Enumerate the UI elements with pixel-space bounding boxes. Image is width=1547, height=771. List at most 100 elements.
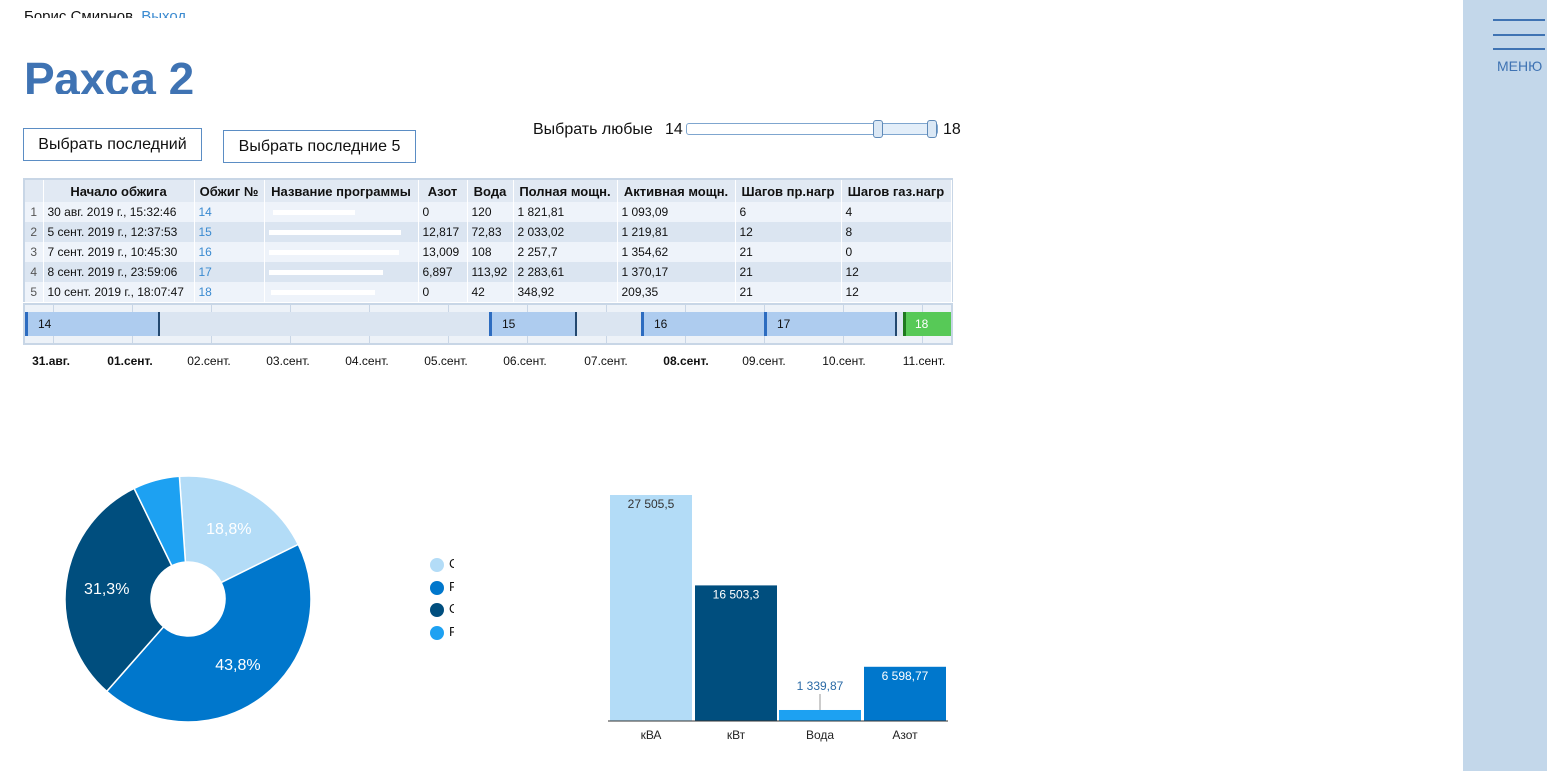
redacted-program <box>270 290 375 296</box>
column-header[interactable]: Полная мощн. <box>513 180 618 202</box>
cell-steps-el: 21 <box>735 282 842 302</box>
date-label: 07.сент. <box>584 354 628 368</box>
segment-label: 18 <box>915 317 929 331</box>
column-header[interactable]: Азот <box>418 180 468 202</box>
cell-firing-number[interactable]: 18 <box>194 282 265 302</box>
cell-program <box>264 262 419 282</box>
timeline-segment[interactable]: 14 <box>25 312 160 336</box>
cell-start: 30 авг. 2019 г., 15:32:46 <box>43 202 195 222</box>
column-header[interactable]: Активная мощн. <box>617 180 736 202</box>
range-handle-min[interactable] <box>873 120 883 138</box>
hamburger-icon[interactable] <box>1493 19 1545 51</box>
cell-firing-number[interactable]: 14 <box>194 202 265 222</box>
bar[interactable] <box>610 495 692 721</box>
cell-steps-el: 21 <box>735 242 842 262</box>
sidebar: МЕНЮ <box>1463 0 1547 771</box>
range-max-value: 18 <box>943 121 961 138</box>
table-row[interactable]: 5 10 сент. 2019 г., 18:07:47 18 0 42 348… <box>25 282 952 302</box>
cell-water: 120 <box>467 202 514 222</box>
redacted-program <box>268 250 399 256</box>
pie-slice-label: 18,8% <box>206 521 251 538</box>
segment-label: 15 <box>502 317 516 331</box>
legend-dot <box>430 625 444 640</box>
date-label: 02.сент. <box>187 354 231 368</box>
cell-active-power: 1 370,17 <box>617 262 736 282</box>
cell-start: 8 сент. 2019 г., 23:59:06 <box>43 262 195 282</box>
cell-water: 113,92 <box>467 262 514 282</box>
cell-steps-el: 21 <box>735 262 842 282</box>
timeline-segment[interactable]: 17 <box>764 312 897 336</box>
cell-full-power: 2 283,61 <box>513 262 618 282</box>
cell-full-power: 348,92 <box>513 282 618 302</box>
range-fill <box>879 124 934 134</box>
row-number: 3 <box>25 242 44 262</box>
range-slider[interactable] <box>686 120 938 138</box>
date-label: 09.сент. <box>742 354 786 368</box>
range-label: Выбрать любые <box>533 121 653 138</box>
cell-firing-number[interactable]: 17 <box>194 262 265 282</box>
row-number: 4 <box>25 262 44 282</box>
range-handle-max[interactable] <box>927 120 937 138</box>
user-name: Борис Смирнов <box>24 8 134 18</box>
redacted-program <box>272 210 355 216</box>
bar-value-label: 6 598,77 <box>882 669 929 683</box>
date-label: 31.авг. <box>32 354 70 368</box>
date-label: 05.сент. <box>424 354 468 368</box>
bar[interactable] <box>695 585 777 721</box>
date-label: 04.сент. <box>345 354 389 368</box>
cell-steps-el: 6 <box>735 202 842 222</box>
pie-slice-label: 43,8% <box>215 657 260 674</box>
column-header[interactable]: Начало обжига <box>43 180 195 202</box>
table-row[interactable]: 2 5 сент. 2019 г., 12:37:53 15 12,817 72… <box>25 222 952 242</box>
cell-steps-gas: 8 <box>841 222 952 242</box>
cell-nitrogen: 0 <box>418 282 468 302</box>
bar[interactable] <box>779 709 861 721</box>
timeline[interactable]: 14 15 16 17 18 <box>23 303 953 345</box>
logout-link[interactable]: Выход <box>141 8 186 18</box>
cell-steps-el: 12 <box>735 222 842 242</box>
row-number: 1 <box>25 202 44 222</box>
cell-start: 10 сент. 2019 г., 18:07:47 <box>43 282 195 302</box>
column-header[interactable]: Шагов газ.нагр <box>841 180 952 202</box>
firings-table: Начало обжига Обжиг № Название программы… <box>23 178 953 302</box>
column-header[interactable]: Обжиг № <box>194 180 265 202</box>
date-label: 03.сент. <box>266 354 310 368</box>
table-row[interactable]: 4 8 сент. 2019 г., 23:59:06 17 6,897 113… <box>25 262 952 282</box>
cell-steps-gas: 12 <box>841 282 952 302</box>
user-line: Борис Смирнов Выход <box>24 6 186 18</box>
cell-active-power: 209,35 <box>617 282 736 302</box>
cell-active-power: 1 093,09 <box>617 202 736 222</box>
date-label: 10.сент. <box>822 354 866 368</box>
cell-full-power: 2 257,7 <box>513 242 618 262</box>
date-label: 08.сент. <box>663 354 709 368</box>
bar-value-label: 1 339,87 <box>797 679 844 693</box>
table-row[interactable]: 1 30 авг. 2019 г., 15:32:46 14 0 120 1 8… <box>25 202 952 222</box>
select-last-button[interactable]: Выбрать последний <box>23 128 202 161</box>
cell-nitrogen: 13,009 <box>418 242 468 262</box>
row-number: 5 <box>25 282 44 302</box>
cell-start: 5 сент. 2019 г., 12:37:53 <box>43 222 195 242</box>
column-header[interactable] <box>25 180 44 202</box>
cell-steps-gas: 4 <box>841 202 952 222</box>
timeline-segment[interactable]: 16 <box>641 312 765 336</box>
date-label: 11.сент. <box>902 354 946 368</box>
column-header[interactable]: Вода <box>467 180 514 202</box>
segment-label: 14 <box>38 317 52 331</box>
cell-firing-number[interactable]: 15 <box>194 222 265 242</box>
timeline-segment-selected[interactable]: 18 <box>903 312 951 336</box>
menu-label[interactable]: МЕНЮ <box>1497 58 1542 74</box>
cell-nitrogen: 12,817 <box>418 222 468 242</box>
table-row[interactable]: 3 7 сент. 2019 г., 10:45:30 16 13,009 10… <box>25 242 952 262</box>
bar-category-label: Вода <box>806 728 834 742</box>
cell-steps-gas: 0 <box>841 242 952 262</box>
bar-value-label: 27 505,5 <box>628 497 675 511</box>
legend-dot <box>430 580 444 595</box>
legend-text: С <box>449 556 454 571</box>
pie-slice-label: 31,3% <box>84 581 129 598</box>
column-header[interactable]: Шагов пр.нагр <box>735 180 842 202</box>
timeline-segment[interactable]: 15 <box>489 312 577 336</box>
page-title: Рахса 2 <box>24 53 195 94</box>
column-header[interactable]: Название программы <box>264 180 419 202</box>
select-last5-button[interactable]: Выбрать последние 5 <box>223 130 416 163</box>
cell-firing-number[interactable]: 16 <box>194 242 265 262</box>
